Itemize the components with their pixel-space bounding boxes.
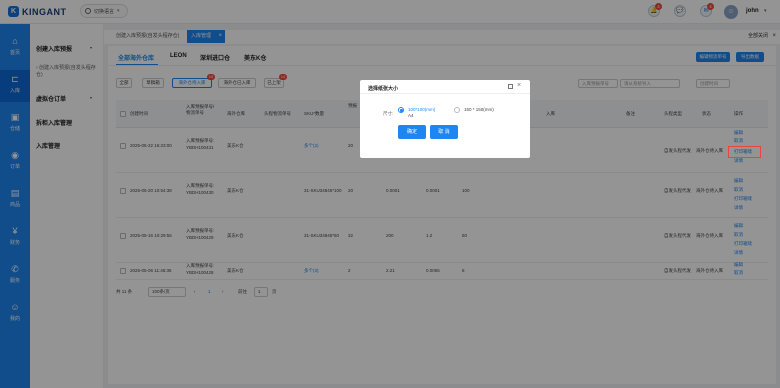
dialog-divider	[360, 93, 530, 94]
confirm-button[interactable]: 确定	[398, 125, 426, 139]
size-option-150-radio[interactable]	[454, 107, 460, 113]
close-icon[interactable]: ×	[517, 82, 521, 89]
size-option-100-label[interactable]: 100*100(mm)	[408, 107, 435, 112]
size-label: 尺寸:	[383, 111, 394, 116]
cancel-button[interactable]: 取 消	[430, 125, 458, 139]
size-option-150-label[interactable]: 150 * 150(mm)	[464, 107, 494, 112]
print-label-highlight	[728, 146, 761, 158]
maximize-icon[interactable]	[508, 84, 513, 89]
size-option-100-sub: A4	[408, 113, 414, 118]
paper-size-dialog: 选择纸张大小 × 尺寸: 100*100(mm) A4 150 * 150(mm…	[360, 80, 530, 158]
size-option-100-radio[interactable]	[398, 107, 404, 113]
dialog-title: 选择纸张大小	[368, 86, 399, 92]
modal-overlay[interactable]	[0, 0, 780, 388]
